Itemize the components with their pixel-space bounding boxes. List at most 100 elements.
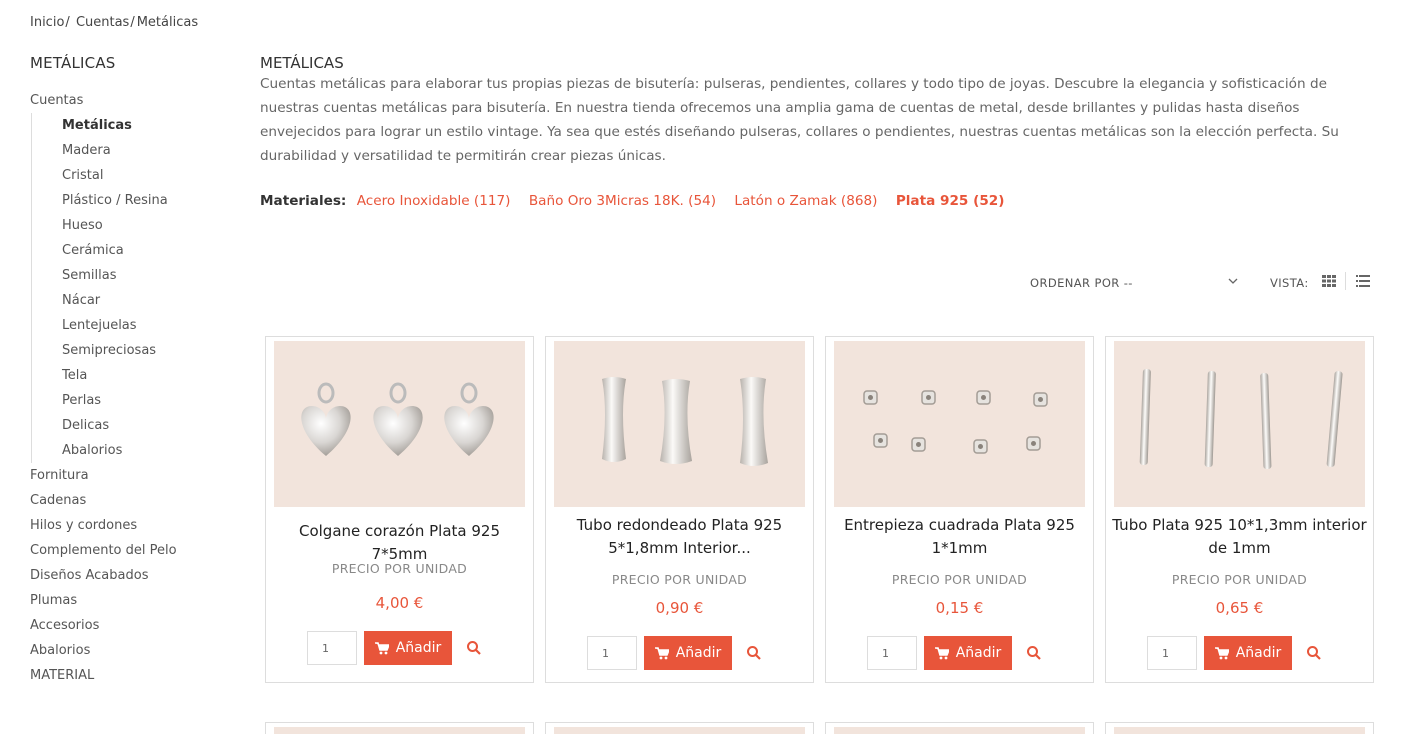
product-image[interactable] [554,727,805,734]
product-card: Tubo Plata 925 10*1,3mm interior de 1mm … [1105,336,1374,683]
product-image[interactable] [274,341,525,507]
product-card: Colgane corazón Plata 925 7*5mm PRECIO P… [265,336,534,683]
sidebar-subitem-metalicas[interactable]: Metálicas [62,113,230,138]
sidebar-subitem-tela[interactable]: Tela [62,363,230,388]
view-label: VISTA: [1270,276,1309,290]
unit-price-label: PRECIO POR UNIDAD [611,572,748,587]
product-image[interactable] [1114,727,1365,734]
cart-icon [654,646,669,659]
sidebar-subitem-abalorios[interactable]: Abalorios [62,438,230,463]
sidebar-item-cuentas[interactable]: Cuentas [30,88,230,113]
sort-select[interactable]: ORDENAR POR -- [1030,276,1133,290]
product-card [825,722,1094,734]
unit-price-label: PRECIO POR UNIDAD [331,561,468,576]
sidebar-subitem-delicas[interactable]: Delicas [62,413,230,438]
add-to-cart-button[interactable]: Añadir [1204,636,1292,670]
sort-toolbar: ORDENAR POR -- VISTA: [1030,272,1370,292]
sidebar-item-fornitura[interactable]: Fornitura [30,463,230,488]
breadcrumb-separator: / [65,15,70,30]
sidebar-subitem-ceramica[interactable]: Cerámica [62,238,230,263]
add-to-cart-label: Añadir [395,640,442,656]
square-beads-image [863,390,1048,454]
quantity-input[interactable] [587,636,637,670]
sidebar-sublist: Metálicas Madera Cristal Plástico / Resi… [31,113,230,463]
unit-price-label: PRECIO POR UNIDAD [891,572,1028,587]
sidebar-subitem-lentejuelas[interactable]: Lentejuelas [62,313,230,338]
add-to-cart-label: Añadir [675,645,722,661]
sidebar-item-pelo[interactable]: Complemento del Pelo [30,538,230,563]
heart-charms-image [301,382,494,456]
sidebar-item-cadenas[interactable]: Cadenas [30,488,230,513]
product-card [545,722,814,734]
sidebar-subitem-semillas[interactable]: Semillas [62,263,230,288]
product-card: Entrepieza cuadrada Plata 925 1*1mm PREC… [825,336,1094,683]
sidebar-subitem-madera[interactable]: Madera [62,138,230,163]
quantity-input[interactable] [1147,636,1197,670]
cart-icon [1214,646,1229,659]
add-to-cart-button[interactable]: Añadir [924,636,1012,670]
breadcrumb-home[interactable]: Inicio [30,15,64,30]
product-price: 4,00 € [375,594,424,612]
cart-icon [934,646,949,659]
product-price: 0,65 € [1215,599,1264,617]
product-image[interactable] [274,727,525,734]
material-filter-bano-oro[interactable]: Baño Oro 3Micras 18K. (54) [529,193,716,209]
materials-filter: Materiales: Acero Inoxidable (117) Baño … [260,193,1018,209]
sidebar-title: METÁLICAS [30,54,116,72]
search-icon[interactable] [1026,645,1042,661]
sidebar-subitem-perlas[interactable]: Perlas [62,388,230,413]
add-to-cart-label: Añadir [1235,645,1282,661]
add-to-cart-button[interactable]: Añadir [364,631,452,665]
sidebar-subitem-cristal[interactable]: Cristal [62,163,230,188]
product-card [1105,722,1374,734]
sidebar-subitem-plastico[interactable]: Plástico / Resina [62,188,230,213]
material-filter-acero[interactable]: Acero Inoxidable (117) [357,193,511,209]
search-icon[interactable] [466,640,482,656]
add-to-cart-label: Añadir [955,645,1002,661]
rounded-tubes-image [602,377,768,466]
sidebar-subitem-hueso[interactable]: Hueso [62,213,230,238]
breadcrumb-current: Metálicas [136,15,199,30]
product-image[interactable] [1114,341,1365,507]
product-name[interactable]: Tubo Plata 925 10*1,3mm interior de 1mm [1110,514,1369,560]
product-image[interactable] [554,341,805,507]
product-image[interactable] [834,727,1085,734]
straight-tubes-image [1139,368,1343,470]
product-image[interactable] [834,341,1085,507]
quantity-input[interactable] [867,636,917,670]
sidebar-item-accesorios[interactable]: Accesorios [30,613,230,638]
sidebar-item-hilos[interactable]: Hilos y cordones [30,513,230,538]
sidebar-item-plumas[interactable]: Plumas [30,588,230,613]
cart-icon [374,641,389,654]
product-card [265,722,534,734]
product-card: Tubo redondeado Plata 925 5*1,8mm Interi… [545,336,814,683]
search-icon[interactable] [1306,645,1322,661]
material-filter-laton[interactable]: Latón o Zamak (868) [734,193,877,209]
page-title: METÁLICAS [260,54,344,72]
chevron-down-icon[interactable] [1226,274,1240,288]
category-description: Cuentas metálicas para elaborar tus prop… [260,76,1339,164]
product-price: 0,90 € [655,599,704,617]
breadcrumb-parent[interactable]: Cuentas [76,15,129,30]
quantity-input[interactable] [307,631,357,665]
product-name[interactable]: Entrepieza cuadrada Plata 925 1*1mm [830,514,1089,560]
sidebar-item-abalorios[interactable]: Abalorios [30,638,230,663]
product-name[interactable]: Tubo redondeado Plata 925 5*1,8mm Interi… [550,514,809,560]
sidebar-item-disenos[interactable]: Diseños Acabados [30,563,230,588]
sidebar-subitem-semipreciosas[interactable]: Semipreciosas [62,338,230,363]
sidebar-category-list: Cuentas Metálicas Madera Cristal Plástic… [30,88,230,688]
breadcrumb: Inicio/ Cuentas/Metálicas [30,15,198,30]
grid-view-icon[interactable] [1322,275,1336,287]
view-divider [1345,272,1346,290]
material-filter-plata[interactable]: Plata 925 (52) [896,193,1005,209]
product-name[interactable]: Colgane corazón Plata 925 7*5mm [270,520,529,566]
sidebar-subitem-nacar[interactable]: Nácar [62,288,230,313]
search-icon[interactable] [746,645,762,661]
breadcrumb-separator: / [130,15,135,30]
product-price: 0,15 € [935,599,984,617]
materials-label: Materiales: [260,193,347,209]
sidebar-item-material[interactable]: MATERIAL [30,663,230,688]
list-view-icon[interactable] [1356,275,1370,287]
unit-price-label: PRECIO POR UNIDAD [1171,572,1308,587]
add-to-cart-button[interactable]: Añadir [644,636,732,670]
